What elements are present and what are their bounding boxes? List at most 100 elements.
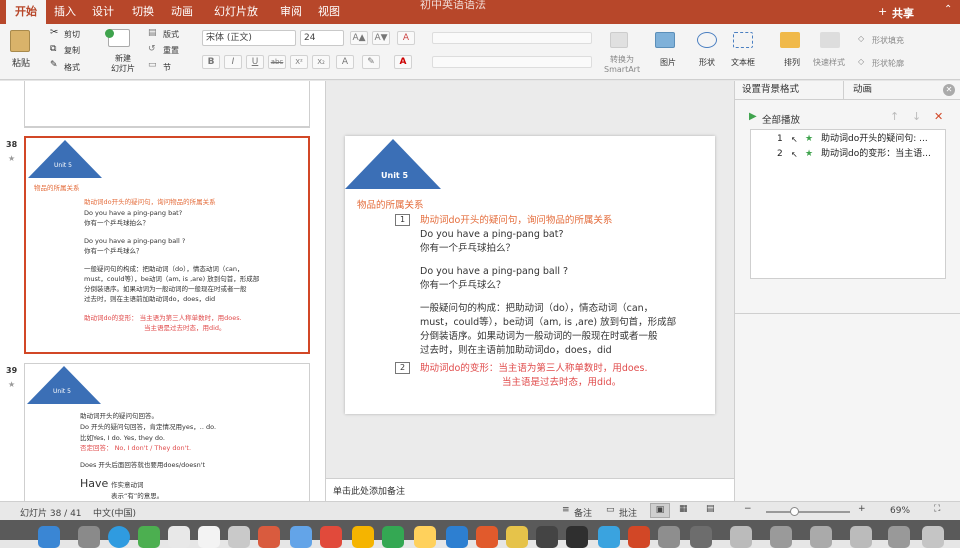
slide-para-3[interactable]: 分倒装语序。如果动词为一般动词的一般现在时或者一般 xyxy=(420,330,658,344)
notes-placeholder[interactable]: 单击此处添加备注 xyxy=(333,484,405,497)
app-icon[interactable] xyxy=(320,526,342,548)
underline-button[interactable]: U xyxy=(246,55,264,69)
tab-format-background[interactable]: 设置背景格式 xyxy=(742,81,799,99)
slide-thumbnail-37[interactable] xyxy=(24,81,310,127)
trash-icon[interactable] xyxy=(922,526,944,548)
slide-red-1[interactable]: 助动词do的变形：当主语为第三人称单数时，用does. xyxy=(420,362,648,376)
app-icon[interactable] xyxy=(536,526,558,548)
play-all-button[interactable]: 全部播放 xyxy=(762,112,800,126)
animation-list[interactable]: 1 ↖ ★ 助动词do开头的疑问句: ... 2 ↖ ★ 助动词do的变形：当主… xyxy=(750,129,946,279)
slide-para-1[interactable]: 一般疑问句的构成：把助动词（do），情态动词（can， xyxy=(420,302,653,316)
share-button[interactable]: 共享 xyxy=(892,5,914,21)
shape-button[interactable]: 形状 xyxy=(699,57,715,68)
app-icon[interactable] xyxy=(690,526,712,548)
tab-slideshow[interactable]: 幻灯片放映 xyxy=(209,0,263,42)
zoom-out-icon[interactable]: − xyxy=(744,504,752,514)
shape-icon[interactable] xyxy=(697,32,717,48)
scissors-icon[interactable]: ✂ xyxy=(50,27,58,38)
app-icon[interactable] xyxy=(258,526,280,548)
move-up-icon[interactable]: ↑ xyxy=(890,110,899,123)
tab-animations[interactable]: 动画 xyxy=(167,0,197,24)
close-icon[interactable]: ✕ xyxy=(943,84,955,96)
animation-item[interactable]: 1 ↖ ★ 助动词do开头的疑问句: ... xyxy=(751,132,945,147)
move-down-icon[interactable]: ↓ xyxy=(912,110,921,123)
app-icon[interactable] xyxy=(352,526,374,548)
shape-fill-button[interactable]: 形状填充 xyxy=(872,35,904,46)
slide-line-5[interactable]: 你有一个乒乓球么？ xyxy=(420,279,506,293)
paragraph-list-controls[interactable] xyxy=(432,32,592,44)
paste-icon[interactable] xyxy=(10,30,30,52)
current-slide[interactable]: Unit 5 物品的所属关系 1 助动词do开头的疑问句，询问物品的所属关系 D… xyxy=(345,136,715,414)
tab-view[interactable]: 视图 xyxy=(314,0,344,24)
comments-button[interactable]: 批注 xyxy=(619,506,637,519)
textbox-icon[interactable] xyxy=(733,32,753,48)
language-indicator[interactable]: 中文(中国) xyxy=(93,506,136,519)
animation-item[interactable]: 2 ↖ ★ 助动词do的变形：当主语... xyxy=(751,147,945,162)
smartart-icon[interactable] xyxy=(610,32,628,48)
play-icon[interactable]: ▶ xyxy=(749,111,757,122)
app-icon[interactable] xyxy=(446,526,468,548)
app-icon[interactable] xyxy=(888,526,910,548)
textbox-button[interactable]: 文本框 xyxy=(731,57,755,68)
contacts-icon[interactable] xyxy=(168,526,190,548)
tab-review[interactable]: 审阅 xyxy=(276,0,306,24)
tab-insert[interactable]: 插入 xyxy=(50,0,80,24)
notes-pane[interactable]: 单击此处添加备注 xyxy=(326,478,734,501)
folder-icon[interactable] xyxy=(730,526,752,548)
superscript-button[interactable]: X² xyxy=(290,55,308,69)
app-icon[interactable] xyxy=(382,526,404,548)
slide-line-2[interactable]: Do you have a ping-pang bat? xyxy=(420,228,563,242)
grow-font-icon[interactable]: A▲ xyxy=(350,31,368,45)
safari-icon[interactable] xyxy=(108,526,130,548)
slide-line-1[interactable]: 助动词do开头的疑问句，询问物品的所属关系 xyxy=(420,214,612,228)
app-icon[interactable] xyxy=(290,526,312,548)
normal-view-icon[interactable]: ▣ xyxy=(650,503,670,518)
picture-icon[interactable] xyxy=(655,32,675,48)
arrange-icon[interactable] xyxy=(780,32,800,48)
slide-para-4[interactable]: 过去时，则在主语前加助动词do，does，did xyxy=(420,344,612,358)
animation-marker-2[interactable]: 2 xyxy=(395,362,410,374)
app-icon[interactable] xyxy=(770,526,792,548)
zoom-in-icon[interactable]: + xyxy=(858,504,866,514)
tab-transitions[interactable]: 切换 xyxy=(128,0,158,24)
messages-icon[interactable] xyxy=(138,526,160,548)
app-icon[interactable] xyxy=(228,526,250,548)
tab-animation-pane[interactable]: 动画 xyxy=(853,81,872,99)
highlight-icon[interactable]: ✎ xyxy=(362,55,380,69)
picture-button[interactable]: 图片 xyxy=(660,57,676,68)
powerpoint-icon[interactable] xyxy=(628,526,650,548)
zoom-slider-thumb[interactable] xyxy=(790,507,799,516)
zoom-level[interactable]: 69% xyxy=(890,506,910,516)
convert-smartart-button[interactable]: 转换为 SmartArt xyxy=(604,55,640,75)
slide-heading[interactable]: 物品的所属关系 xyxy=(357,199,424,213)
app-icon[interactable] xyxy=(476,526,498,548)
slide-title[interactable]: Unit 5 xyxy=(381,169,408,183)
slide-sorter-icon[interactable]: ▦ xyxy=(679,504,688,514)
section-button[interactable]: 节 xyxy=(163,62,171,73)
reset-button[interactable]: 重置 xyxy=(163,45,179,56)
delete-icon[interactable]: ✕ xyxy=(934,110,943,123)
launchpad-icon[interactable] xyxy=(78,526,100,548)
font-size-select[interactable]: 24 xyxy=(300,30,344,46)
slide-line-4[interactable]: Do you have a ping-pang ball ? xyxy=(420,265,568,279)
new-slide-button[interactable]: 新建 幻灯片 xyxy=(111,54,135,74)
copy-button[interactable]: 复制 xyxy=(64,45,80,56)
shape-outline-button[interactable]: 形状轮廓 xyxy=(872,58,904,69)
slide-para-2[interactable]: must，could等），be动词（am, is ,are) 放到句首，形成部 xyxy=(420,316,676,330)
animation-marker-1[interactable]: 1 xyxy=(395,214,410,226)
app-icon[interactable] xyxy=(566,526,588,548)
slide-red-2[interactable]: 当主语是过去时态，用did。 xyxy=(502,376,621,390)
font-name-select[interactable]: 宋体 (正文) xyxy=(202,30,296,46)
tab-home[interactable]: 开始 xyxy=(6,0,46,24)
layout-button[interactable]: 版式 xyxy=(163,29,179,40)
copy-icon[interactable]: ⧉ xyxy=(50,44,56,54)
clear-format-icon[interactable]: A xyxy=(397,31,415,45)
app-icon[interactable] xyxy=(598,526,620,548)
slide-line-3[interactable]: 你有一个乒乓球拍么？ xyxy=(420,242,515,256)
slide-thumbnail-pane[interactable]: 38 ★ Unit 5 物品的所属关系 助动词do开头的疑问句，询问物品的所属关… xyxy=(0,81,326,501)
finder-icon[interactable] xyxy=(38,526,60,548)
bold-button[interactable]: B xyxy=(202,55,220,69)
slide-editor-canvas[interactable]: Unit 5 物品的所属关系 1 助动词do开头的疑问句，询问物品的所属关系 D… xyxy=(326,81,734,478)
slide-thumbnail-38[interactable]: Unit 5 物品的所属关系 助动词do开头的疑问句，询问物品的所属关系 Do … xyxy=(24,136,310,354)
fit-slide-icon[interactable]: ⛶ xyxy=(934,504,940,514)
